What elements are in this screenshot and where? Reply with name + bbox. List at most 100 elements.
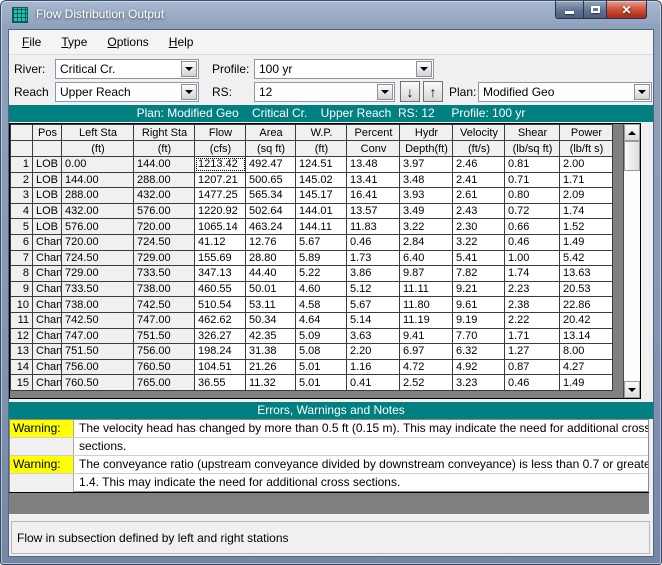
table-cell[interactable]: 20.42: [560, 312, 613, 328]
river-combobox[interactable]: Critical Cr.: [55, 59, 199, 79]
row-number[interactable]: 4: [11, 203, 33, 219]
chevron-down-icon[interactable]: [377, 84, 393, 100]
row-number[interactable]: 15: [11, 375, 33, 391]
table-cell[interactable]: 492.47: [246, 157, 296, 173]
table-cell[interactable]: 0.00: [62, 157, 134, 173]
table-cell[interactable]: 36.55: [195, 375, 246, 391]
flow-distribution-table[interactable]: PosLeft StaRight StaFlowAreaW.P.PercentH…: [10, 124, 613, 391]
table-cell[interactable]: 42.35: [246, 328, 296, 344]
table-cell[interactable]: 288.00: [62, 188, 134, 204]
table-cell[interactable]: 21.26: [246, 359, 296, 375]
table-cell[interactable]: 104.51: [195, 359, 246, 375]
row-number[interactable]: 14: [11, 359, 33, 375]
table-cell[interactable]: 9.19: [453, 312, 505, 328]
table-cell[interactable]: 724.50: [134, 234, 195, 250]
table-cell[interactable]: 2.30: [453, 219, 505, 235]
menu-file[interactable]: File: [22, 35, 41, 49]
table-cell[interactable]: 326.27: [195, 328, 246, 344]
chevron-down-icon[interactable]: [181, 61, 197, 77]
table-cell[interactable]: 720.00: [62, 234, 134, 250]
table-cell[interactable]: 1.49: [560, 234, 613, 250]
table-cell[interactable]: 1.73: [347, 250, 400, 266]
table-cell[interactable]: 462.62: [195, 312, 246, 328]
row-number[interactable]: 12: [11, 328, 33, 344]
table-cell[interactable]: 751.50: [134, 328, 195, 344]
table-cell[interactable]: Chan: [33, 266, 62, 282]
table-cell[interactable]: 4.72: [400, 359, 453, 375]
table-cell[interactable]: 3.93: [400, 188, 453, 204]
table-cell[interactable]: Chan: [33, 297, 62, 313]
table-cell[interactable]: 50.34: [246, 312, 296, 328]
table-cell[interactable]: 1.49: [560, 375, 613, 391]
row-number[interactable]: 7: [11, 250, 33, 266]
table-cell[interactable]: 729.00: [134, 250, 195, 266]
table-cell[interactable]: Chan: [33, 234, 62, 250]
table-cell[interactable]: 500.65: [246, 172, 296, 188]
table-cell[interactable]: 144.01: [296, 203, 347, 219]
menu-options[interactable]: Options: [107, 35, 148, 49]
table-cell[interactable]: 751.50: [62, 344, 134, 360]
table-cell[interactable]: 1.71: [505, 328, 560, 344]
table-cell[interactable]: 41.12: [195, 234, 246, 250]
table-cell[interactable]: 576.00: [134, 203, 195, 219]
table-cell[interactable]: 1.27: [505, 344, 560, 360]
table-cell[interactable]: 0.81: [505, 157, 560, 173]
table-cell[interactable]: 2.52: [400, 375, 453, 391]
table-cell[interactable]: 432.00: [134, 188, 195, 204]
table-cell[interactable]: 3.23: [453, 375, 505, 391]
table-cell[interactable]: 747.00: [134, 312, 195, 328]
row-number[interactable]: 10: [11, 297, 33, 313]
table-cell[interactable]: 3.49: [400, 203, 453, 219]
table-cell[interactable]: 738.00: [62, 297, 134, 313]
table-cell[interactable]: 11.83: [347, 219, 400, 235]
table-cell[interactable]: 7.82: [453, 266, 505, 282]
table-cell[interactable]: 20.53: [560, 281, 613, 297]
table-cell[interactable]: 0.72: [505, 203, 560, 219]
table-cell[interactable]: 53.11: [246, 297, 296, 313]
row-number[interactable]: 3: [11, 188, 33, 204]
table-cell[interactable]: 8.00: [560, 344, 613, 360]
table-cell[interactable]: 0.71: [505, 172, 560, 188]
title-bar[interactable]: Flow Distribution Output ✕: [1, 1, 661, 29]
row-number[interactable]: 8: [11, 266, 33, 282]
table-cell[interactable]: 28.80: [246, 250, 296, 266]
table-cell[interactable]: Chan: [33, 281, 62, 297]
table-cell[interactable]: 11.19: [400, 312, 453, 328]
table-cell[interactable]: Chan: [33, 250, 62, 266]
table-cell[interactable]: 724.50: [62, 250, 134, 266]
table-cell[interactable]: 733.50: [62, 281, 134, 297]
table-cell[interactable]: 5.01: [296, 359, 347, 375]
row-number[interactable]: 13: [11, 344, 33, 360]
table-cell[interactable]: 6.97: [400, 344, 453, 360]
table-cell[interactable]: 5.42: [560, 250, 613, 266]
table-cell[interactable]: 1065.14: [195, 219, 246, 235]
table-cell[interactable]: 5.12: [347, 281, 400, 297]
table-cell[interactable]: 1477.25: [195, 188, 246, 204]
table-cell[interactable]: LOB: [33, 172, 62, 188]
table-cell[interactable]: 6.32: [453, 344, 505, 360]
table-cell[interactable]: 2.41: [453, 172, 505, 188]
table-cell[interactable]: 565.34: [246, 188, 296, 204]
table-cell[interactable]: 2.20: [347, 344, 400, 360]
table-cell[interactable]: 1.52: [560, 219, 613, 235]
table-cell[interactable]: 5.08: [296, 344, 347, 360]
table-cell[interactable]: LOB: [33, 203, 62, 219]
table-cell[interactable]: Chan: [33, 359, 62, 375]
table-cell[interactable]: 460.55: [195, 281, 246, 297]
table-cell[interactable]: 502.64: [246, 203, 296, 219]
table-cell[interactable]: Chan: [33, 328, 62, 344]
table-cell[interactable]: 5.22: [296, 266, 347, 282]
table-cell[interactable]: 11.80: [400, 297, 453, 313]
table-cell[interactable]: 9.61: [453, 297, 505, 313]
table-cell[interactable]: 12.76: [246, 234, 296, 250]
table-cell[interactable]: 13.14: [560, 328, 613, 344]
table-cell[interactable]: 288.00: [134, 172, 195, 188]
table-cell[interactable]: 733.50: [134, 266, 195, 282]
rs-up-button[interactable]: ↑: [423, 81, 443, 102]
table-cell[interactable]: 155.69: [195, 250, 246, 266]
scroll-up-icon[interactable]: [624, 124, 640, 141]
table-cell[interactable]: 0.87: [505, 359, 560, 375]
table-cell[interactable]: 50.01: [246, 281, 296, 297]
table-cell[interactable]: 742.50: [62, 312, 134, 328]
scrollbar-thumb[interactable]: [624, 141, 640, 171]
